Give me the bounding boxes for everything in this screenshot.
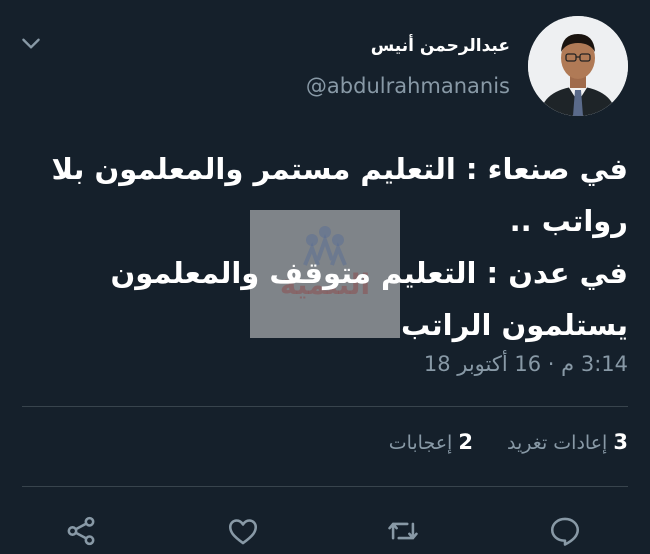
divider <box>22 406 628 407</box>
tweet-line: يستلمون الراتب <box>401 308 628 342</box>
tweet-line: رواتب .. <box>509 204 628 238</box>
tweet-stats: 3 إعادات تغريد 2 إعجابات <box>361 430 628 454</box>
tweet-line: في صنعاء : التعليم مستمر والمعلمون بلا <box>51 152 628 186</box>
author-handle[interactable]: @abdulrahmananis <box>306 74 510 98</box>
author-display-name[interactable]: عبدالرحمن أنيس <box>371 36 510 56</box>
chevron-down-icon[interactable] <box>18 30 44 56</box>
divider <box>22 486 628 487</box>
retweets-stat[interactable]: 3 إعادات تغريد <box>507 430 628 454</box>
heart-icon[interactable] <box>226 514 266 554</box>
likes-label: إعجابات <box>388 432 453 454</box>
likes-stat[interactable]: 2 إعجابات <box>389 430 473 454</box>
tweet-line: في عدن : التعليم متوقف والمعلمون <box>110 256 628 290</box>
likes-count: 2 <box>458 430 473 454</box>
share-icon[interactable] <box>64 514 104 554</box>
tweet-text: في صنعاء : التعليم مستمر والمعلمون بلا ر… <box>28 143 628 351</box>
reply-icon[interactable] <box>548 514 588 554</box>
avatar[interactable] <box>528 16 628 116</box>
retweets-count: 3 <box>613 430 628 454</box>
tweet-action-bar <box>0 510 650 548</box>
retweet-icon[interactable] <box>386 514 426 554</box>
retweets-label: إعادات تغريد <box>507 432 608 454</box>
tweet-timestamp[interactable]: 3:14 م · 16 أكتوبر 18 <box>424 352 628 376</box>
